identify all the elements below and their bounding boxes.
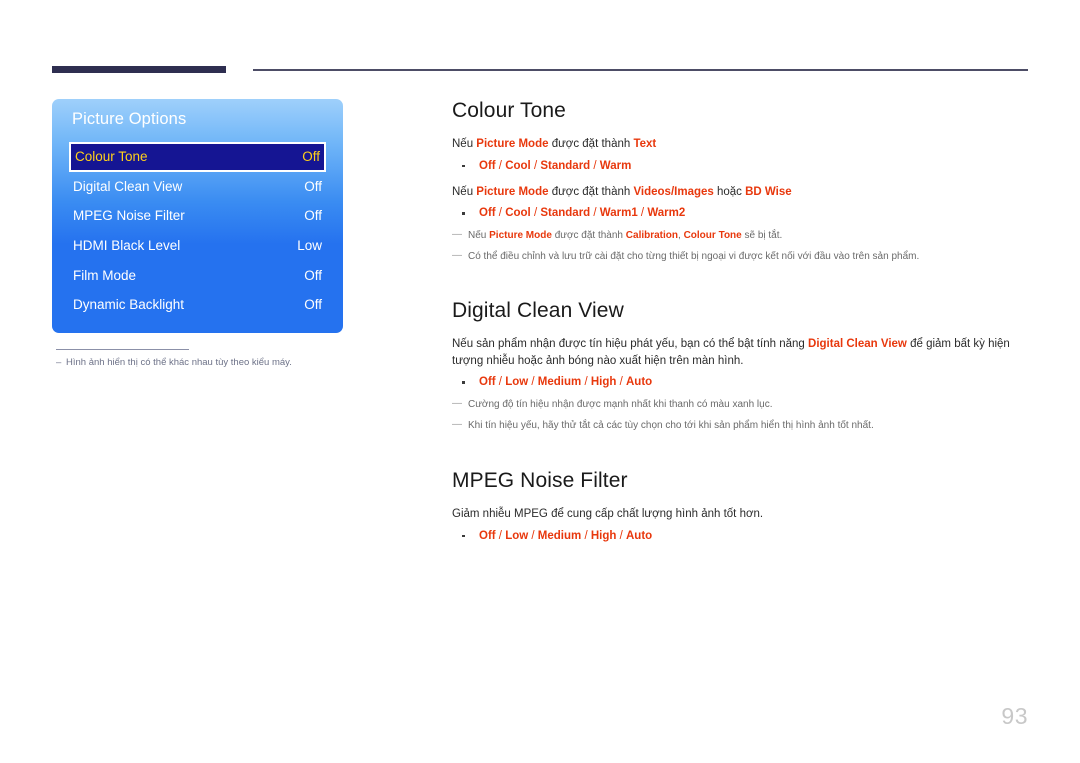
option-value: Cool	[505, 159, 531, 172]
option-value: Off	[479, 207, 496, 219]
osd-menu-item-mpeg-noise-filter[interactable]: MPEG Noise Filter Off	[73, 201, 322, 231]
osd-footnote: – Hình ảnh hiển thị có thể khác nhau tùy …	[56, 356, 386, 370]
list-item: Off / Cool / Standard / Warm1 / Warm2	[452, 205, 1032, 222]
osd-menu-list: Colour Tone Off Digital Clean View Off M…	[52, 142, 343, 320]
option-value: Standard	[540, 159, 591, 172]
option-value: Auto	[626, 376, 653, 388]
text-fragment: được đặt thành	[548, 138, 634, 150]
term-bd-wise: BD Wise	[745, 185, 792, 198]
option-value: High	[590, 529, 617, 542]
osd-menu-item-digital-clean-view[interactable]: Digital Clean View Off	[73, 172, 322, 202]
colour-tone-line-1: Nếu Picture Mode được đặt thành Text	[452, 136, 1032, 153]
option-value: Warm	[599, 159, 632, 172]
option-value: Standard	[540, 207, 591, 219]
option-value: Off	[479, 159, 496, 172]
osd-menu-panel: Picture Options Colour Tone Off Digital …	[52, 99, 343, 333]
osd-menu-item-value: Low	[297, 238, 322, 254]
mpeg-noise-filter-paragraph: Giảm nhiễu MPEG để cung cấp chất lượng h…	[452, 508, 764, 520]
mpeg-noise-filter-options-list: Off / Low / Medium / High / Auto	[452, 528, 1032, 545]
text-fragment: được đặt thành	[548, 185, 634, 198]
digital-clean-view-options-list: Off / Low / Medium / High / Auto	[452, 374, 1032, 391]
section-mpeg-noise-filter: MPEG Noise Filter Giảm nhiễu MPEG để cun…	[452, 468, 1032, 545]
footnote-divider	[56, 349, 189, 350]
term-digital-clean-view: Digital Clean View	[808, 338, 907, 350]
colour-tone-options-list-2: Off / Cool / Standard / Warm1 / Warm2	[452, 205, 1032, 222]
osd-menu-item-colour-tone[interactable]: Colour Tone Off	[69, 142, 326, 172]
osd-menu-item-hdmi-black-level[interactable]: HDMI Black Level Low	[73, 231, 322, 261]
osd-menu-item-label: HDMI Black Level	[73, 238, 181, 254]
osd-menu-item-label: Film Mode	[73, 267, 137, 283]
text-fragment: hoặc	[713, 185, 746, 198]
osd-menu-item-value: Off	[304, 297, 322, 313]
text-fragment: Nếu	[468, 230, 490, 241]
text-fragment: được đặt thành	[551, 230, 626, 241]
digital-clean-view-paragraph: Nếu sản phẩm nhận được tín hiệu phát yếu…	[452, 336, 1032, 369]
option-value: Warm2	[647, 207, 686, 219]
colour-tone-note-2: Có thể điều chỉnh và lưu trữ cài đặt cho…	[452, 248, 1032, 264]
osd-menu-item-label: MPEG Noise Filter	[73, 208, 185, 224]
text-fragment: sẽ bị tắt.	[741, 230, 783, 241]
text-fragment: Nếu sản phẩm nhận được tín hiệu phát yếu…	[452, 338, 809, 350]
footnote-text: Hình ảnh hiển thị có thể khác nhau tùy t…	[66, 357, 292, 368]
list-item: Off / Low / Medium / High / Auto	[452, 374, 1032, 391]
osd-menu-item-label: Dynamic Backlight	[73, 297, 185, 313]
colour-tone-options-list-1: Off / Cool / Standard / Warm	[452, 158, 1032, 175]
osd-menu-item-label: Colour Tone	[75, 149, 148, 165]
term-calibration: Calibration	[625, 230, 679, 241]
osd-menu-item-dynamic-backlight[interactable]: Dynamic Backlight Off	[73, 290, 322, 320]
option-value: Medium	[537, 376, 582, 388]
osd-menu-item-value: Off	[304, 208, 322, 224]
osd-menu-item-film-mode[interactable]: Film Mode Off	[73, 260, 322, 290]
option-value: Medium	[537, 529, 582, 542]
list-item: Off / Low / Medium / High / Auto	[452, 528, 1032, 545]
term-colour-tone: Colour Tone	[683, 230, 742, 241]
page-number: 93	[1001, 703, 1028, 729]
option-value: Off	[479, 529, 496, 542]
text-fragment: Nếu	[452, 138, 477, 150]
text-fragment: Nếu	[452, 185, 477, 198]
option-value: Low	[505, 529, 529, 542]
footnote-dash-icon: –	[56, 357, 62, 368]
term-videos-images: Videos/Images	[633, 185, 714, 198]
option-value: Warm1	[599, 207, 638, 219]
option-value: Low	[505, 376, 529, 388]
section-digital-clean-view: Digital Clean View Nếu sản phẩm nhận đượ…	[452, 298, 1032, 433]
section-colour-tone: Colour Tone Nếu Picture Mode được đặt th…	[452, 98, 1032, 264]
option-value: Auto	[626, 529, 653, 542]
osd-menu-title: Picture Options	[72, 110, 187, 128]
section-title-digital-clean-view: Digital Clean View	[452, 299, 624, 322]
term-picture-mode: Picture Mode	[476, 185, 549, 198]
option-value: High	[590, 376, 617, 388]
colour-tone-line-2: Nếu Picture Mode được đặt thành Videos/I…	[452, 184, 1032, 201]
header-rule-thick	[52, 66, 226, 73]
section-title-colour-tone: Colour Tone	[452, 99, 566, 122]
osd-menu-item-value: Off	[304, 267, 322, 283]
osd-menu-item-value: Off	[304, 178, 322, 194]
content-column: Colour Tone Nếu Picture Mode được đặt th…	[452, 98, 1032, 545]
section-title-mpeg-noise-filter: MPEG Noise Filter	[452, 469, 628, 492]
option-value: Cool	[505, 207, 531, 219]
osd-menu-item-label: Digital Clean View	[73, 178, 183, 194]
header-rule-thin	[253, 69, 1028, 71]
option-value: Off	[479, 376, 496, 388]
osd-menu-item-value: Off	[302, 149, 320, 165]
digital-clean-view-note-2: Khi tín hiệu yếu, hãy thử tắt cả các tùy…	[452, 417, 1032, 433]
term-text: Text	[633, 138, 657, 150]
digital-clean-view-note-1: Cường độ tín hiệu nhận được mạnh nhất kh…	[452, 396, 1032, 412]
term-picture-mode: Picture Mode	[476, 138, 549, 150]
list-item: Off / Cool / Standard / Warm	[452, 158, 1032, 175]
term-picture-mode: Picture Mode	[489, 230, 552, 241]
colour-tone-note-1: Nếu Picture Mode được đặt thành Calibrat…	[452, 227, 1032, 243]
